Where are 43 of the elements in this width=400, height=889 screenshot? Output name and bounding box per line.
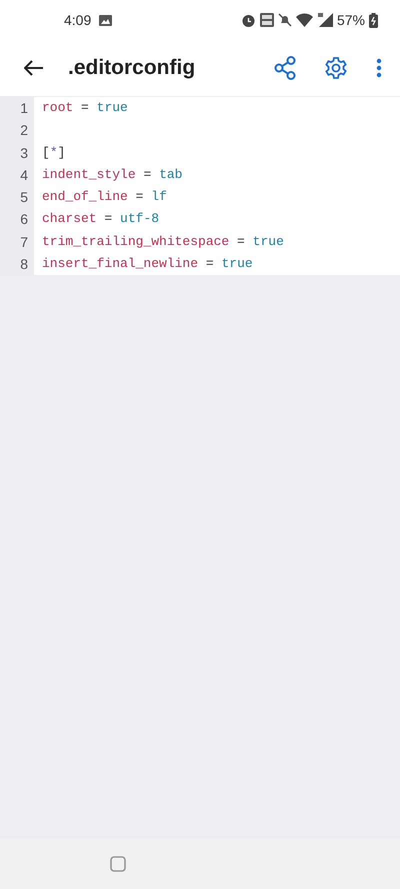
equals-sign: = [81, 100, 89, 115]
config-key: end_of_line [42, 189, 128, 204]
config-value: true [96, 100, 128, 115]
config-key: root [42, 100, 74, 115]
bracket: ] [58, 144, 66, 160]
equals-sign: = [237, 234, 245, 249]
equals-sign: = [143, 166, 152, 182]
config-key: trim_trailing_whitespace [42, 234, 230, 249]
config-value: utf-8 [120, 211, 160, 226]
recent-apps-icon[interactable] [110, 856, 126, 872]
clock-time: 4:09 [64, 10, 92, 30]
config-value: tab [159, 166, 182, 182]
settings-icon [324, 56, 348, 80]
battery-percent: 57% [336, 10, 365, 30]
glob-pattern: * [50, 144, 58, 160]
share-icon [274, 56, 296, 80]
wifi-icon [296, 13, 313, 27]
equals-sign: = [136, 189, 144, 204]
config-value: true [221, 256, 253, 272]
muted-bell-icon [278, 13, 292, 27]
alarm-icon [240, 12, 256, 28]
more-options-icon [376, 58, 382, 78]
line-number: 8 [20, 256, 28, 272]
signal-icon [316, 13, 333, 27]
line-number: 2 [20, 122, 28, 138]
line-number: 5 [20, 189, 28, 206]
config-key: charset [42, 211, 97, 226]
config-key: indent_style [42, 166, 136, 182]
config-value: lf [151, 189, 167, 204]
battery-icon [369, 12, 378, 28]
file-title: .editorconfig [68, 55, 196, 82]
config-key: insert_final_newline [42, 256, 198, 272]
line-number: 7 [20, 234, 28, 250]
bracket: [ [42, 144, 50, 160]
line-number: 1 [20, 100, 28, 116]
line-number: 4 [20, 166, 28, 183]
line-number: 6 [20, 211, 28, 228]
config-value: true [252, 234, 284, 249]
equals-sign: = [206, 256, 214, 272]
equals-sign: = [104, 211, 112, 226]
back-arrow-icon [24, 60, 44, 76]
line-number: 3 [20, 144, 28, 161]
image-icon [99, 14, 112, 26]
